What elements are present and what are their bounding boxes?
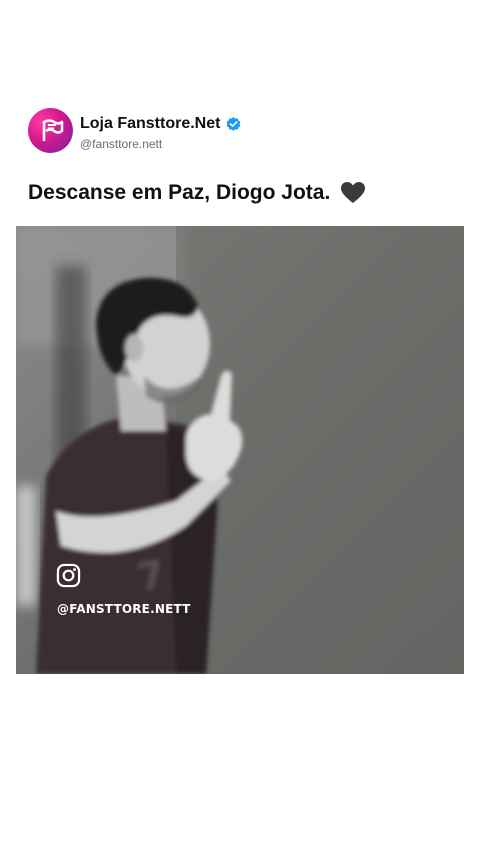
display-name[interactable]: Loja Fansttore.Net	[80, 115, 220, 133]
instagram-icon	[56, 563, 81, 588]
flag-logo-icon	[42, 118, 63, 141]
avatar[interactable]	[28, 108, 73, 153]
post-media-image[interactable]: 7 @FANSTTORE.NETT	[16, 226, 464, 674]
user-handle[interactable]: @fansttore.nett	[80, 137, 162, 151]
black-heart-icon	[341, 182, 366, 204]
post-header: Loja Fansttore.Net @fansttore.nett	[28, 108, 458, 156]
caption-text: Descanse em Paz, Diogo Jota.	[28, 181, 331, 204]
post-caption: Descanse em Paz, Diogo Jota.	[28, 181, 366, 205]
watermark-handle: @FANSTTORE.NETT	[57, 602, 191, 616]
verified-badge-icon	[227, 116, 241, 131]
